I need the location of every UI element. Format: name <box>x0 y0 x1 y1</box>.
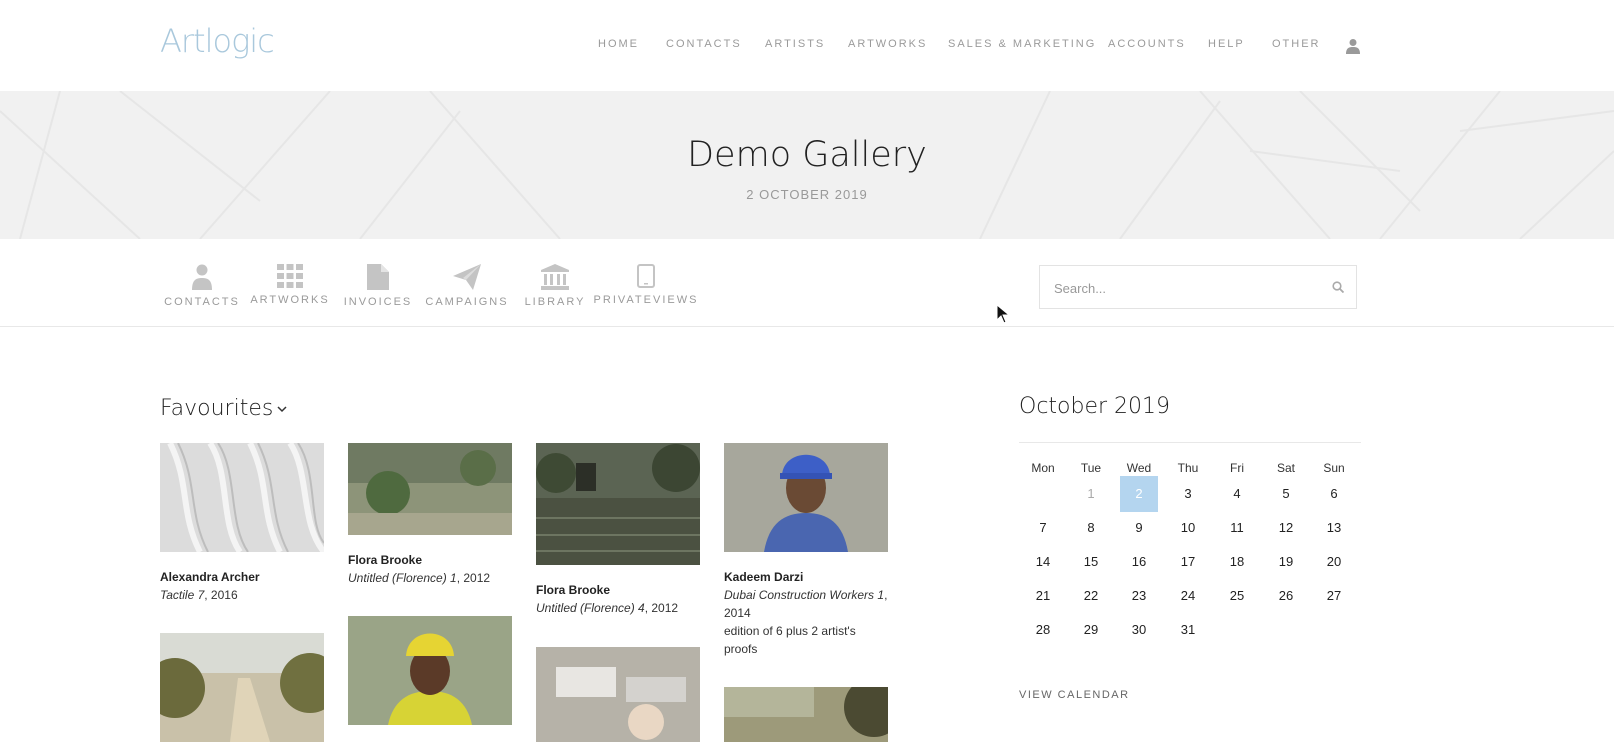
nav-contacts[interactable]: CONTACTS <box>666 38 742 50</box>
calendar-day[interactable]: 19 <box>1267 544 1305 580</box>
calendar-day[interactable]: 16 <box>1120 544 1158 580</box>
weekday-label: Wed <box>1126 461 1152 475</box>
artwork-year: , 2012 <box>456 571 491 585</box>
calendar-day[interactable]: 1 <box>1072 476 1110 512</box>
calendar-day[interactable]: 24 <box>1169 578 1207 614</box>
calendar-day[interactable]: 14 <box>1024 544 1062 580</box>
calendar-day[interactable]: 31 <box>1169 612 1207 648</box>
artwork-thumbnail[interactable] <box>348 443 512 535</box>
artwork-edition-note: edition of 6 plus 2 artist's proofs <box>724 624 856 656</box>
quick-link-privateviews[interactable]: PRIVATEVIEWS <box>591 264 701 306</box>
page-title: Demo Gallery <box>687 135 927 175</box>
calendar-day[interactable]: 15 <box>1072 544 1110 580</box>
top-header: Artlogic HOME CONTACTS ARTISTS ARTWORKS … <box>0 0 1614 91</box>
artwork-year: , 2016 <box>204 588 238 602</box>
calendar-day[interactable]: 2 <box>1120 476 1158 512</box>
view-calendar-link[interactable]: VIEW CALENDAR <box>1019 689 1130 701</box>
document-icon <box>367 264 389 290</box>
artwork-thumbnail[interactable] <box>348 616 512 725</box>
mouse-cursor-icon <box>996 304 1010 324</box>
artwork-title: Dubai Construction Workers 1 <box>724 588 885 602</box>
calendar-day[interactable]: 21 <box>1024 578 1062 614</box>
calendar-day[interactable]: 13 <box>1315 510 1353 546</box>
artwork-title: Untitled (Florence) 4 <box>536 601 645 615</box>
artwork-thumbnail[interactable] <box>536 443 700 565</box>
artwork-title-line: Untitled (Florence) 4, 2012 <box>536 599 700 617</box>
nav-artists[interactable]: ARTISTS <box>765 38 825 50</box>
user-icon[interactable] <box>1346 38 1360 54</box>
favourite-card[interactable]: Kadeem Darzi Dubai Construction Workers … <box>724 443 888 658</box>
quick-links-bar: CONTACTS ARTWORKS INVOICES CAMPAIGNS LIB… <box>0 239 1614 327</box>
calendar-day[interactable]: 3 <box>1169 476 1207 512</box>
gallery-banner: Demo Gallery 2 OCTOBER 2019 <box>0 91 1614 239</box>
calendar-day[interactable]: 9 <box>1120 510 1158 546</box>
calendar-divider <box>1019 442 1361 443</box>
calendar-day[interactable]: 17 <box>1169 544 1207 580</box>
artwork-artist[interactable]: Flora Brooke <box>348 551 512 569</box>
weekday-label: Tue <box>1080 461 1102 475</box>
person-icon <box>192 264 212 290</box>
artwork-thumbnail[interactable] <box>160 443 324 552</box>
artwork-thumbnail[interactable] <box>724 687 888 742</box>
calendar-day[interactable]: 22 <box>1072 578 1110 614</box>
calendar-day[interactable]: 28 <box>1024 612 1062 648</box>
search-box <box>1039 265 1357 309</box>
artwork-title-line: Tactile 7, 2016 <box>160 586 324 604</box>
chevron-down-icon <box>277 406 287 413</box>
search-icon[interactable] <box>1332 281 1344 293</box>
calendar-day[interactable]: 10 <box>1169 510 1207 546</box>
nav-sales-marketing[interactable]: SALES & MARKETING <box>948 38 1096 50</box>
nav-help[interactable]: HELP <box>1208 38 1245 50</box>
calendar-day[interactable]: 6 <box>1315 476 1353 512</box>
artwork-year: , 2012 <box>644 601 679 615</box>
favourites-title-text: Favourites <box>160 396 274 421</box>
calendar-day[interactable]: 8 <box>1072 510 1110 546</box>
artwork-thumbnail[interactable] <box>160 633 324 742</box>
artwork-artist[interactable]: Alexandra Archer <box>160 568 324 586</box>
nav-home[interactable]: HOME <box>598 38 639 50</box>
weekday-label: Sat <box>1276 461 1295 475</box>
calendar-day[interactable]: 7 <box>1024 510 1062 546</box>
calendar-day[interactable]: 29 <box>1072 612 1110 648</box>
calendar-day[interactable]: 27 <box>1315 578 1353 614</box>
artwork-title-line: Untitled (Florence) 1, 2012 <box>348 569 512 587</box>
grid-icon <box>277 264 303 288</box>
nav-other[interactable]: OTHER <box>1272 38 1321 50</box>
calendar-day[interactable]: 30 <box>1120 612 1158 648</box>
favourite-card[interactable]: Flora Brooke Untitled (Florence) 1, 2012 <box>348 443 512 587</box>
calendar-day[interactable]: 11 <box>1218 510 1256 546</box>
bank-icon <box>541 264 569 290</box>
artwork-title: Tactile 7 <box>160 588 205 602</box>
nav-accounts[interactable]: ACCOUNTS <box>1108 38 1186 50</box>
calendar-day[interactable]: 23 <box>1120 578 1158 614</box>
calendar-day[interactable]: 4 <box>1218 476 1256 512</box>
artwork-thumbnail[interactable] <box>724 443 888 552</box>
weekday-label: Mon <box>1031 461 1055 475</box>
favourite-card[interactable]: Alexandra Archer Tactile 7, 2016 <box>160 443 324 604</box>
artwork-title: Untitled (Florence) 1 <box>348 571 457 585</box>
calendar-day[interactable]: 12 <box>1267 510 1305 546</box>
calendar-day[interactable]: 5 <box>1267 476 1305 512</box>
main-nav: HOME CONTACTS ARTISTS ARTWORKS SALES & M… <box>0 38 1614 58</box>
calendar-day[interactable]: 20 <box>1315 544 1353 580</box>
tablet-icon <box>637 264 655 288</box>
quick-link-label: PRIVATEVIEWS <box>593 294 699 306</box>
search-input[interactable] <box>1052 278 1322 298</box>
artwork-title-line: Dubai Construction Workers 1, 2014 <box>724 586 888 622</box>
calendar-day[interactable]: 18 <box>1218 544 1256 580</box>
calendar-day[interactable]: 26 <box>1267 578 1305 614</box>
artwork-artist[interactable]: Flora Brooke <box>536 581 700 599</box>
artwork-thumbnail[interactable] <box>536 647 700 742</box>
calendar-title: October 2019 <box>1019 394 1171 419</box>
weekday-label: Sun <box>1323 461 1345 475</box>
favourite-card[interactable]: Flora Brooke Untitled (Florence) 4, 2012 <box>536 443 700 617</box>
nav-artworks[interactable]: ARTWORKS <box>848 38 927 50</box>
page-date: 2 OCTOBER 2019 <box>746 187 868 202</box>
artwork-artist[interactable]: Kadeem Darzi <box>724 568 888 586</box>
paper-plane-icon <box>453 264 481 290</box>
calendar-day[interactable]: 25 <box>1218 578 1256 614</box>
weekday-label: Fri <box>1230 461 1244 475</box>
weekday-label: Thu <box>1177 461 1199 475</box>
favourites-title[interactable]: Favourites <box>160 396 287 421</box>
